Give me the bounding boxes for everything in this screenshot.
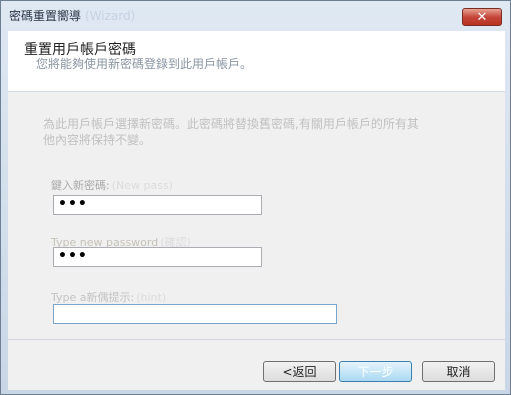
new-password-label-faded: (New pass) [111, 179, 173, 192]
password-hint-field[interactable] [53, 304, 337, 324]
wizard-header: 重置用戶帳戶密碼 您將能夠使用新密碼登錄到此用戶帳戶。 [8, 31, 505, 92]
window-title-faded-text: (Wizard) [85, 9, 136, 23]
window-title-text: 密碼重置嚮導 [9, 9, 82, 23]
instruction-text: 為此用戶帳戶選擇新密碼。此密碼將替換舊密碼,有關用戶帳戶的所有其他內容將保持不變… [43, 117, 419, 147]
cancel-button[interactable]: 取消 [422, 361, 495, 382]
new-password-field[interactable]: ••• [53, 195, 262, 215]
back-button[interactable]: <返回 [263, 361, 336, 382]
window-title: 密碼重置嚮導 (Wizard) [9, 7, 135, 24]
next-button[interactable]: 下一步 [339, 361, 412, 382]
password-reset-wizard-window: 密碼重置嚮導 (Wizard) ✕ 重置用戶帳戶密碼 您將能夠使用新密碼登錄到此用… [0, 0, 511, 395]
title-bar: 密碼重置嚮導 (Wizard) ✕ [1, 1, 510, 31]
close-button[interactable]: ✕ [462, 8, 502, 26]
confirm-password-field[interactable]: ••• [53, 247, 262, 267]
wizard-footer: <返回 下一步 取消 [8, 339, 505, 390]
new-password-label-text: 鍵入新密碼: [51, 179, 110, 192]
header-subtitle: 您將能夠使用新密碼登錄到此用戶帳戶。 [36, 57, 253, 71]
wizard-body: 為此用戶帳戶選擇新密碼。此密碼將替換舊密碼,有關用戶帳戶的所有其他內容將保持不變… [8, 92, 505, 339]
password-hint-label: Type a新偶提示: (hint) [51, 289, 166, 305]
new-password-label: 鍵入新密碼: (New pass) [51, 177, 173, 193]
password-hint-label-text: Type a新偶提示: [51, 291, 135, 304]
close-icon: ✕ [476, 9, 488, 25]
password-hint-label-faded: (hint) [136, 291, 167, 304]
